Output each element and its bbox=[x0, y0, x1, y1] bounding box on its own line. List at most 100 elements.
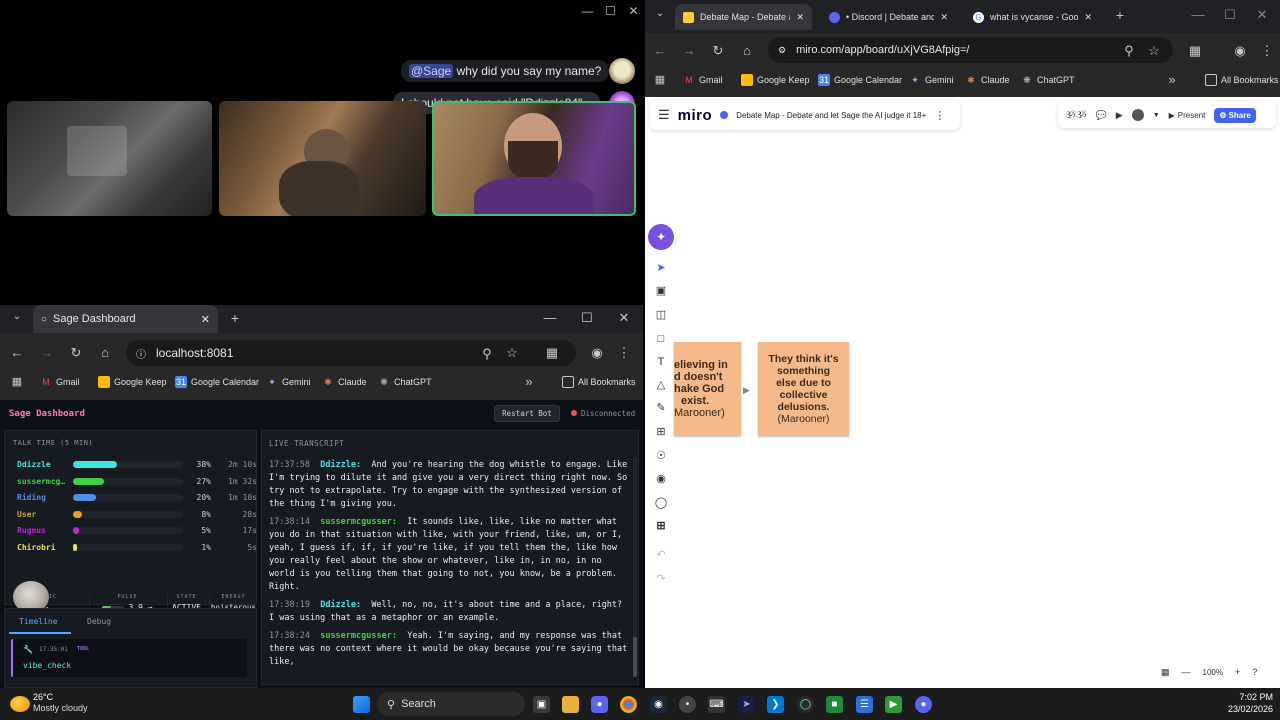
more-bookmarks-icon[interactable]: » bbox=[520, 374, 538, 389]
chevron-down-icon[interactable]: ▼ bbox=[1153, 112, 1160, 119]
maximize-icon[interactable]: ☐ bbox=[578, 310, 596, 326]
timeline-entry[interactable]: 🔧 17:35:01 TOOL vibe_check bbox=[11, 639, 247, 677]
tab-search-icon[interactable]: ⌄ bbox=[651, 8, 669, 19]
bookmark-gmail[interactable]: M Gmail bbox=[40, 376, 79, 388]
site-info-icon[interactable]: ⚙ bbox=[778, 45, 786, 56]
apps-icon[interactable]: ▦ bbox=[651, 73, 669, 86]
minimize-icon[interactable]: — bbox=[541, 310, 559, 325]
bookmark-star-icon[interactable]: ☆ bbox=[503, 345, 521, 361]
zoom-out-icon[interactable]: — bbox=[1182, 667, 1191, 677]
miro-logo[interactable]: miro bbox=[678, 107, 713, 124]
sticky-note-right[interactable]: They think it's something else due to co… bbox=[758, 342, 849, 436]
pen-icon[interactable]: ✎ bbox=[654, 401, 668, 415]
taskbar-search[interactable]: ⚲ Search bbox=[377, 692, 525, 716]
sticky-note-icon[interactable]: □ bbox=[654, 332, 668, 346]
discord-alt-icon[interactable]: ● bbox=[915, 696, 932, 713]
transcript-scrollbar[interactable] bbox=[633, 457, 637, 677]
bookmark-chatgpt[interactable]: ❋ ChatGPT bbox=[1021, 74, 1074, 86]
hamburger-icon[interactable]: ☰ bbox=[658, 107, 670, 123]
crop-frame-icon[interactable]: ⊞ bbox=[654, 425, 668, 439]
select-tool-icon[interactable]: ➤ bbox=[654, 261, 668, 275]
tab-sage-dashboard[interactable]: ○ Sage Dashboard ✕ bbox=[33, 305, 218, 333]
home-icon[interactable]: ⌂ bbox=[96, 345, 114, 360]
tab-close-icon[interactable]: ✕ bbox=[940, 12, 948, 23]
bookmark-star-icon[interactable]: ☆ bbox=[1145, 43, 1163, 59]
maximize-icon[interactable]: ☐ bbox=[599, 2, 622, 20]
present-button[interactable]: ▶ Present bbox=[1169, 111, 1206, 120]
fit-screen-icon[interactable]: ▦ bbox=[1161, 667, 1170, 678]
forward-icon[interactable]: → bbox=[680, 43, 698, 58]
new-tab-icon[interactable]: + bbox=[226, 310, 244, 326]
undo-icon[interactable]: ↶ bbox=[654, 548, 668, 562]
zoom-icon[interactable]: ⚲ bbox=[478, 346, 496, 362]
weather-icon[interactable] bbox=[10, 696, 30, 712]
zoom-icon[interactable]: ⚲ bbox=[1120, 43, 1138, 59]
add-more-icon[interactable]: ⊞ bbox=[654, 519, 668, 533]
collaboration-toolbar-icon[interactable]: ૐૐ bbox=[1065, 110, 1087, 121]
tab-close-icon[interactable]: ✕ bbox=[796, 12, 804, 23]
forward-icon[interactable]: → bbox=[38, 345, 56, 360]
tab-search-icon[interactable]: ⌄ bbox=[8, 311, 26, 322]
more-bookmarks-icon[interactable]: » bbox=[1163, 72, 1181, 87]
menu-icon[interactable]: ⋮ bbox=[1258, 43, 1276, 59]
bookmark-google-calendar[interactable]: 31 Google Calendar bbox=[818, 74, 902, 86]
info-icon[interactable]: ⓘ bbox=[136, 346, 146, 361]
extensions-icon[interactable]: ▦ bbox=[543, 345, 561, 361]
shapes-icon[interactable]: △ bbox=[654, 378, 668, 392]
address-bar[interactable]: ⚙ miro.com/app/board/uXjVG8Afpig=/ bbox=[768, 37, 1173, 63]
steam-icon[interactable]: ◉ bbox=[650, 696, 667, 713]
mind-map-icon[interactable]: ☉ bbox=[654, 449, 668, 463]
notes-icon[interactable]: ☰ bbox=[856, 696, 873, 713]
video-tile-active-speaker[interactable] bbox=[432, 101, 636, 216]
profile-icon[interactable]: ◉ bbox=[1231, 43, 1249, 59]
vscode-icon[interactable]: ❯ bbox=[767, 696, 784, 713]
zoom-level[interactable]: 100% bbox=[1203, 668, 1223, 677]
user-avatar[interactable] bbox=[1131, 109, 1144, 121]
bookmark-gemini[interactable]: ✦ Gemini bbox=[909, 74, 953, 86]
app-icon[interactable]: • bbox=[679, 696, 696, 713]
close-icon[interactable]: ✕ bbox=[1253, 7, 1271, 23]
task-view-icon[interactable]: ▣ bbox=[533, 696, 550, 713]
bookmark-google-calendar[interactable]: 31 Google Calendar bbox=[175, 376, 259, 388]
text-tool-icon[interactable]: T bbox=[654, 355, 668, 369]
miro-board[interactable]: ☰ miro Debate Map - Debate and let Sage … bbox=[645, 97, 1280, 688]
all-bookmarks[interactable]: All Bookmarks bbox=[562, 376, 636, 388]
connector-arrow-icon[interactable]: ▶ bbox=[743, 385, 750, 396]
palette-icon[interactable]: ◉ bbox=[654, 472, 668, 486]
back-icon[interactable]: ← bbox=[651, 43, 669, 58]
board-menu-icon[interactable]: ⋮ bbox=[934, 109, 945, 122]
ai-assist-icon[interactable]: ✦ bbox=[648, 224, 674, 250]
windows-start-icon[interactable] bbox=[353, 696, 370, 713]
tab-close-icon[interactable]: ✕ bbox=[201, 313, 210, 326]
tab-close-icon[interactable]: ✕ bbox=[1084, 12, 1092, 23]
bookmark-claude[interactable]: ✱ Claude bbox=[965, 74, 1009, 86]
terminal-icon[interactable]: ⌨ bbox=[708, 696, 725, 713]
sticky-note-left[interactable]: elieving in d doesn't hake God exist. Ma… bbox=[674, 342, 741, 436]
close-icon[interactable]: ✕ bbox=[615, 310, 633, 326]
bookmark-claude[interactable]: ✱ Claude bbox=[322, 376, 366, 388]
clock-time[interactable]: 7:02 PM bbox=[1213, 692, 1273, 702]
back-icon[interactable]: ← bbox=[8, 345, 26, 360]
tab-debate-map[interactable]: Debate Map - Debate an ✕ bbox=[675, 4, 812, 30]
tab-google-search[interactable]: G what is vycanse - Googl ✕ bbox=[965, 4, 1100, 30]
scrollbar-thumb[interactable] bbox=[633, 637, 637, 677]
comment-icon[interactable]: ◯ bbox=[654, 496, 668, 510]
profile-icon[interactable]: ◉ bbox=[588, 345, 606, 361]
transcript-list[interactable]: 17:37:58 Ddizzle: And you're hearing the… bbox=[269, 459, 631, 681]
share-button[interactable]: ⚙ Share bbox=[1214, 107, 1256, 123]
frame-icon[interactable]: ◫ bbox=[654, 308, 668, 322]
zoom-in-icon[interactable]: + bbox=[1235, 667, 1240, 677]
video-tile-room[interactable] bbox=[7, 101, 212, 216]
reload-icon[interactable]: ↻ bbox=[709, 43, 727, 59]
maximize-icon[interactable]: ☐ bbox=[1221, 7, 1239, 23]
app-green-icon[interactable]: ■ bbox=[826, 696, 843, 713]
mention-sage[interactable]: @Sage bbox=[409, 64, 454, 78]
comments-icon[interactable]: 💬 bbox=[1096, 110, 1107, 121]
minimize-icon[interactable]: — bbox=[576, 2, 599, 20]
bookmark-gmail[interactable]: M Gmail bbox=[683, 74, 722, 86]
minimize-icon[interactable]: — bbox=[1189, 7, 1207, 22]
templates-icon[interactable]: ▣ bbox=[654, 284, 668, 298]
clock-date[interactable]: 23/02/2026 bbox=[1213, 704, 1273, 714]
video-tile-participant[interactable] bbox=[219, 101, 426, 216]
tab-debug[interactable]: Debug bbox=[87, 617, 111, 626]
